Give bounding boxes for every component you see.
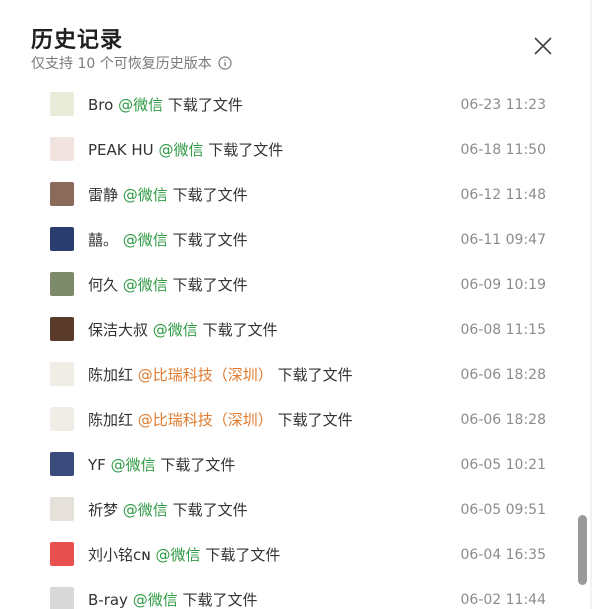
avatar [50, 92, 74, 116]
history-entry-text: YF @微信 下载了文件 [88, 454, 235, 475]
source-tag: @微信 [118, 96, 164, 114]
source-tag: @比瑞科技（深圳） [137, 366, 273, 384]
avatar [50, 362, 74, 386]
close-x-icon [534, 37, 552, 55]
timestamp: 06-02 11:44 [460, 591, 546, 608]
history-row[interactable]: 祈梦 @微信 下载了文件 06-05 09:51 [0, 487, 570, 532]
action-text: 下载了文件 [160, 456, 236, 474]
panel-title: 历史记录 [31, 28, 124, 53]
timestamp: 06-23 11:23 [460, 96, 546, 113]
history-row[interactable]: Bro @微信 下载了文件 06-23 11:23 [0, 82, 570, 127]
history-entry-text: 保洁大叔 @微信 下载了文件 [88, 319, 278, 340]
close-button[interactable] [530, 33, 556, 59]
avatar [50, 407, 74, 431]
action-text: 下载了文件 [172, 501, 248, 519]
panel-subtitle: 仅支持 10 个可恢复历史版本 [31, 53, 232, 73]
history-entry-text: 陈加红 @比瑞科技（深圳） 下载了文件 [88, 364, 353, 385]
history-row[interactable]: 陈加红 @比瑞科技（深圳） 下载了文件 06-06 18:28 [0, 397, 570, 442]
user-name: 陈加红 [88, 411, 134, 429]
avatar [50, 542, 74, 566]
timestamp: 06-12 11:48 [460, 186, 546, 203]
history-row[interactable]: PEAK HU @微信 下载了文件 06-18 11:50 [0, 127, 570, 172]
source-tag: @比瑞科技（深圳） [137, 411, 273, 429]
user-name: Bro [88, 96, 114, 114]
history-entry-text: Bro @微信 下载了文件 [88, 94, 243, 115]
user-name: 刘小铭ᴄɴ [88, 546, 151, 564]
action-text: 下载了文件 [172, 276, 248, 294]
action-text: 下载了文件 [277, 366, 353, 384]
history-entry-text: 何久 @微信 下载了文件 [88, 274, 248, 295]
history-entry-text: 陈加红 @比瑞科技（深圳） 下载了文件 [88, 409, 353, 430]
user-name: B-ray [88, 591, 128, 609]
avatar [50, 182, 74, 206]
action-text: 下载了文件 [205, 546, 281, 564]
history-row[interactable]: 刘小铭ᴄɴ @微信 下载了文件 06-04 16:35 [0, 532, 570, 577]
history-list[interactable]: Bro @微信 下载了文件 06-23 11:23 PEAK HU @微信 下载了文… [0, 82, 570, 609]
timestamp: 06-05 10:21 [460, 456, 546, 473]
history-entry-text: 刘小铭ᴄɴ @微信 下载了文件 [88, 544, 280, 565]
source-tag: @微信 [110, 456, 156, 474]
user-name: 祈梦 [88, 501, 119, 519]
timestamp: 06-06 18:28 [460, 366, 546, 383]
user-name: 雷静 [88, 186, 119, 204]
user-name: 陈加红 [88, 366, 134, 384]
history-panel: 历史记录 仅支持 10 个可恢复历史版本 Bro @微信 下载了文件 06-23 … [0, 0, 592, 609]
action-text: 下载了文件 [172, 186, 248, 204]
avatar [50, 272, 74, 296]
history-row[interactable]: B-ray @微信 下载了文件 06-02 11:44 [0, 577, 570, 609]
history-entry-text: B-ray @微信 下载了文件 [88, 589, 258, 609]
avatar [50, 227, 74, 251]
timestamp: 06-06 18:28 [460, 411, 546, 428]
user-name: PEAK HU [88, 141, 154, 159]
history-entry-text: 祈梦 @微信 下载了文件 [88, 499, 248, 520]
action-text: 下载了文件 [277, 411, 353, 429]
scrollbar-thumb[interactable] [578, 515, 587, 585]
avatar [50, 587, 74, 609]
timestamp: 06-09 10:19 [460, 276, 546, 293]
history-row[interactable]: 保洁大叔 @微信 下载了文件 06-08 11:15 [0, 307, 570, 352]
source-tag: @微信 [152, 321, 198, 339]
history-row[interactable]: 何久 @微信 下载了文件 06-09 10:19 [0, 262, 570, 307]
source-tag: @微信 [155, 546, 201, 564]
avatar [50, 452, 74, 476]
user-name: 何久 [88, 276, 119, 294]
subtitle-text: 仅支持 10 个可恢复历史版本 [31, 56, 212, 72]
action-text: 下载了文件 [172, 231, 248, 249]
source-tag: @微信 [132, 591, 178, 609]
user-name: YF [88, 456, 106, 474]
history-entry-text: 囍。 @微信 下载了文件 [88, 229, 248, 250]
action-text: 下载了文件 [167, 96, 243, 114]
avatar [50, 497, 74, 521]
timestamp: 06-04 16:35 [460, 546, 546, 563]
history-row[interactable]: YF @微信 下载了文件 06-05 10:21 [0, 442, 570, 487]
history-entry-text: PEAK HU @微信 下载了文件 [88, 139, 283, 160]
user-name: 保洁大叔 [88, 321, 149, 339]
avatar [50, 137, 74, 161]
avatar [50, 317, 74, 341]
source-tag: @微信 [122, 186, 168, 204]
action-text: 下载了文件 [202, 321, 278, 339]
history-row[interactable]: 雷静 @微信 下载了文件 06-12 11:48 [0, 172, 570, 217]
timestamp: 06-11 09:47 [460, 231, 546, 248]
source-tag: @微信 [158, 141, 204, 159]
source-tag: @微信 [122, 276, 168, 294]
action-text: 下载了文件 [208, 141, 284, 159]
info-circle-icon[interactable] [218, 56, 232, 70]
source-tag: @微信 [122, 231, 168, 249]
timestamp: 06-18 11:50 [460, 141, 546, 158]
source-tag: @微信 [122, 501, 168, 519]
history-row[interactable]: 陈加红 @比瑞科技（深圳） 下载了文件 06-06 18:28 [0, 352, 570, 397]
user-name: 囍。 [88, 231, 119, 249]
history-entry-text: 雷静 @微信 下载了文件 [88, 184, 248, 205]
action-text: 下载了文件 [182, 591, 258, 609]
timestamp: 06-05 09:51 [460, 501, 546, 518]
history-row[interactable]: 囍。 @微信 下载了文件 06-11 09:47 [0, 217, 570, 262]
timestamp: 06-08 11:15 [460, 321, 546, 338]
